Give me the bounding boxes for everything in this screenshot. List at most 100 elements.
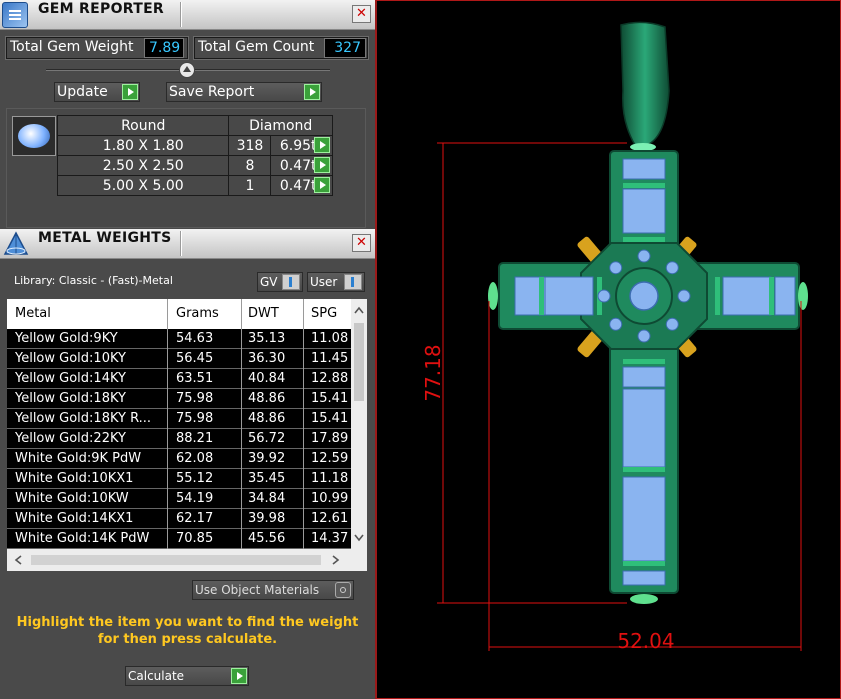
slider-handle[interactable] (179, 62, 195, 78)
metal-table-header: Metal Grams DWT SPG (7, 299, 351, 329)
gem-row[interactable]: 5.00 X 5.00 1 0.47tw (56, 175, 333, 196)
column-divider (167, 299, 168, 549)
accent-stone (637, 249, 651, 263)
gem-channel (622, 388, 666, 468)
cell-grams: 56.45 (176, 351, 214, 366)
gv-checkbox[interactable] (282, 274, 300, 290)
gem-reporter-icon (2, 2, 28, 28)
total-count-label: Total Gem Count (198, 39, 315, 55)
titlebar-divider (180, 2, 182, 27)
table-row[interactable]: Yellow Gold:10KY 56.45 36.30 11.45 (7, 349, 351, 369)
gem-channel (622, 188, 666, 234)
channel-separator (623, 183, 665, 188)
3d-viewport[interactable]: 77.18 52.04 (375, 0, 841, 699)
gem-channel (722, 276, 772, 316)
column-header-dwt[interactable]: DWT (248, 306, 279, 321)
scroll-thumb[interactable] (354, 323, 364, 401)
gem-size: 5.00 X 5.00 (56, 175, 230, 196)
accent-stone (609, 317, 623, 331)
gem-row[interactable]: 2.50 X 2.50 8 0.47tw (56, 155, 333, 176)
jump-ring (630, 143, 656, 151)
scroll-down-icon[interactable] (354, 534, 364, 542)
height-dimension-label: 77.18 (421, 344, 445, 401)
save-report-button[interactable]: Save Report (166, 82, 322, 102)
library-label: Library: Classic - (Fast)-Metal (14, 274, 173, 287)
table-row[interactable]: Yellow Gold:22KY 88.21 56.72 17.89 (7, 429, 351, 449)
gem-channel (774, 276, 796, 316)
metal-weights-icon (2, 231, 30, 257)
scroll-up-icon[interactable] (354, 306, 364, 314)
cell-metal: Yellow Gold:18KY (15, 391, 126, 406)
gem-reporter-title: GEM REPORTER (38, 1, 165, 17)
gem-reporter-titlebar[interactable]: GEM REPORTER ✕ (0, 0, 375, 30)
user-checkbox[interactable] (344, 274, 362, 290)
channel-separator (623, 359, 665, 364)
table-row[interactable]: White Gold:14KX1 62.17 39.98 12.61 (7, 509, 351, 529)
cell-spg: 17.89 (311, 431, 349, 446)
cell-metal: White Gold:9K PdW (15, 451, 142, 466)
cell-dwt: 34.84 (248, 491, 286, 506)
user-toggle[interactable]: User (307, 272, 365, 292)
cross-pendant-render[interactable]: 77.18 52.04 (377, 1, 840, 698)
cell-spg: 15.41 (311, 411, 349, 426)
gv-toggle[interactable]: GV (257, 272, 303, 292)
cell-grams: 54.63 (176, 331, 214, 346)
accent-stone (597, 289, 611, 303)
table-row[interactable]: White Gold:10KW 54.19 34.84 10.99 (7, 489, 351, 509)
cell-grams: 75.98 (176, 411, 214, 426)
cell-dwt: 45.56 (248, 531, 286, 546)
vertical-scrollbar[interactable] (351, 299, 367, 549)
gem-channel (622, 366, 666, 388)
metal-weights-titlebar[interactable]: METAL WEIGHTS ✕ (0, 229, 375, 259)
cell-spg: 12.88 (311, 371, 349, 386)
gem-thumbnail (12, 116, 56, 156)
table-row[interactable]: White Gold:10KX1 55.12 35.45 11.18 (7, 469, 351, 489)
user-label: User (310, 275, 338, 289)
calculate-button[interactable]: Calculate (125, 666, 249, 686)
column-header-spg[interactable]: SPG (311, 306, 337, 321)
width-dimension-label: 52.04 (617, 629, 674, 653)
close-icon[interactable]: ✕ (352, 234, 371, 252)
use-object-materials-checkbox[interactable] (335, 582, 351, 598)
close-icon[interactable]: ✕ (352, 5, 371, 23)
select-row-button-3[interactable] (314, 177, 330, 193)
use-object-materials-toggle[interactable]: Use Object Materials (192, 580, 354, 600)
horizontal-scrollbar[interactable] (7, 549, 351, 571)
update-button[interactable]: Update (54, 82, 140, 102)
table-row[interactable]: Yellow Gold:14KY 63.51 40.84 12.88 (7, 369, 351, 389)
cell-spg: 11.18 (311, 471, 349, 486)
table-row[interactable]: Yellow Gold:9KY 54.63 35.13 11.08 (7, 329, 351, 349)
gem-count: 1 (228, 175, 272, 196)
hscroll-thumb[interactable] (31, 555, 321, 565)
cell-grams: 55.12 (176, 471, 214, 486)
cell-metal: White Gold:10KW (15, 491, 129, 506)
table-row[interactable]: White Gold:9K PdW 62.08 39.92 12.59 (7, 449, 351, 469)
cell-metal: White Gold:14KX1 (15, 511, 134, 526)
scroll-left-icon[interactable] (14, 555, 22, 565)
center-stone (629, 281, 659, 311)
scroll-right-icon[interactable] (332, 555, 340, 565)
select-row-button-2[interactable] (314, 157, 330, 173)
gem-size: 2.50 X 2.50 (56, 155, 230, 176)
cell-grams: 54.19 (176, 491, 214, 506)
use-object-materials-label: Use Object Materials (195, 583, 320, 597)
cell-dwt: 48.86 (248, 411, 286, 426)
cell-metal: Yellow Gold:9KY (15, 331, 118, 346)
cell-grams: 63.51 (176, 371, 214, 386)
column-header-metal[interactable]: Metal (15, 306, 51, 321)
cell-grams: 75.98 (176, 391, 214, 406)
column-header-grams[interactable]: Grams (176, 306, 219, 321)
scroll-corner (351, 549, 367, 571)
channel-separator (715, 277, 720, 315)
gem-row[interactable]: 1.80 X 1.80 318 6.95tw (56, 135, 333, 156)
cell-grams: 88.21 (176, 431, 214, 446)
cell-spg: 11.45 (311, 351, 349, 366)
table-row[interactable]: White Gold:14K PdW 70.85 45.56 14.37 (7, 529, 351, 549)
gem-size: 1.80 X 1.80 (56, 135, 230, 156)
channel-separator (623, 561, 665, 566)
cell-spg: 10.99 (311, 491, 349, 506)
table-row[interactable]: Yellow Gold:18KY 75.98 48.86 15.41 (7, 389, 351, 409)
left-panel: GEM REPORTER ✕ Total Gem Weight 7.89 Tot… (0, 0, 375, 699)
table-row[interactable]: Yellow Gold:18KY R... 75.98 48.86 15.41 (7, 409, 351, 429)
select-row-button-1[interactable] (314, 137, 330, 153)
